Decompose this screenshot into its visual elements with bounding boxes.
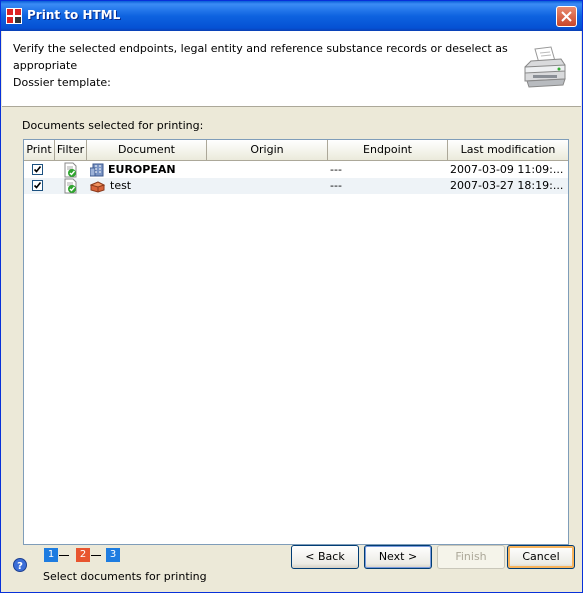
checkmark-icon xyxy=(33,166,42,173)
next-button[interactable]: Next > xyxy=(364,545,432,569)
column-header-document[interactable]: Document xyxy=(87,140,207,161)
header-panel: Verify the selected endpoints, legal ent… xyxy=(2,31,581,107)
last-modification-cell: 2007-03-09 11:09:... xyxy=(450,163,564,176)
table-row[interactable]: test --- 2007-03-27 18:19:... xyxy=(24,178,568,194)
document-cell: EUROPEAN xyxy=(87,162,207,178)
title-bar[interactable]: Print to HTML xyxy=(1,1,582,31)
print-to-html-dialog: Print to HTML Verify the selected endpoi… xyxy=(0,0,583,593)
origin-cell xyxy=(207,178,328,194)
instruction-line-1: Verify the selected endpoints, legal ent… xyxy=(13,42,508,55)
column-header-endpoint[interactable]: Endpoint xyxy=(328,140,448,161)
svg-text:?: ? xyxy=(17,561,23,572)
window-title: Print to HTML xyxy=(27,8,121,22)
print-checkbox[interactable] xyxy=(32,180,43,191)
column-header-filter[interactable]: Filter xyxy=(55,140,87,161)
column-header-last-modification[interactable]: Last modification xyxy=(448,140,568,161)
endpoint-cell: --- xyxy=(330,179,342,192)
document-cell: test xyxy=(87,178,207,194)
endpoint-cell: --- xyxy=(330,163,342,176)
close-icon xyxy=(561,11,572,22)
step-1-indicator: 1 xyxy=(44,548,58,562)
content-area: Documents selected for printing: Print F… xyxy=(2,108,581,545)
documents-table[interactable]: Print Filter Document Origin Endpoint La… xyxy=(23,139,569,545)
last-modification-cell: 2007-03-27 18:19:... xyxy=(450,179,564,192)
filter-cell xyxy=(55,162,87,178)
close-button[interactable] xyxy=(556,6,577,27)
column-header-print[interactable]: Print xyxy=(24,140,55,161)
dossier-template-label: Dossier template: xyxy=(13,76,111,89)
step-connector xyxy=(59,555,69,556)
cancel-button[interactable]: Cancel xyxy=(507,545,575,569)
print-cell[interactable] xyxy=(24,162,55,178)
substance-icon xyxy=(90,181,105,193)
instruction-line-2: appropriate xyxy=(13,59,78,72)
step-connector xyxy=(91,555,101,556)
documents-label: Documents selected for printing: xyxy=(22,119,204,132)
table-header: Print Filter Document Origin Endpoint La… xyxy=(24,140,568,161)
step-caption: Select documents for printing xyxy=(43,570,207,583)
wizard-footer: ? 1 2 3 Select documents for printing < … xyxy=(2,538,581,592)
filter-cell xyxy=(55,178,87,194)
step-3-indicator: 3 xyxy=(106,548,120,562)
back-button[interactable]: < Back xyxy=(291,545,359,569)
table-row[interactable]: EUROPEAN --- 2007-03-09 11:09:... xyxy=(24,162,568,178)
print-checkbox[interactable] xyxy=(32,164,43,175)
document-name: EUROPEAN xyxy=(108,163,176,176)
filter-ok-icon xyxy=(64,162,77,178)
filter-ok-icon xyxy=(64,178,77,194)
legal-entity-icon xyxy=(90,163,104,177)
finish-button[interactable]: Finish xyxy=(437,545,505,569)
print-cell[interactable] xyxy=(24,178,55,194)
instruction-text: Verify the selected endpoints, legal ent… xyxy=(13,40,513,91)
printer-icon xyxy=(521,45,567,94)
app-icon xyxy=(6,8,22,24)
help-icon[interactable]: ? xyxy=(13,558,27,575)
origin-cell xyxy=(207,162,328,178)
document-name: test xyxy=(110,179,132,192)
column-header-origin[interactable]: Origin xyxy=(207,140,328,161)
step-2-indicator: 2 xyxy=(76,548,90,562)
checkmark-icon xyxy=(33,182,42,189)
